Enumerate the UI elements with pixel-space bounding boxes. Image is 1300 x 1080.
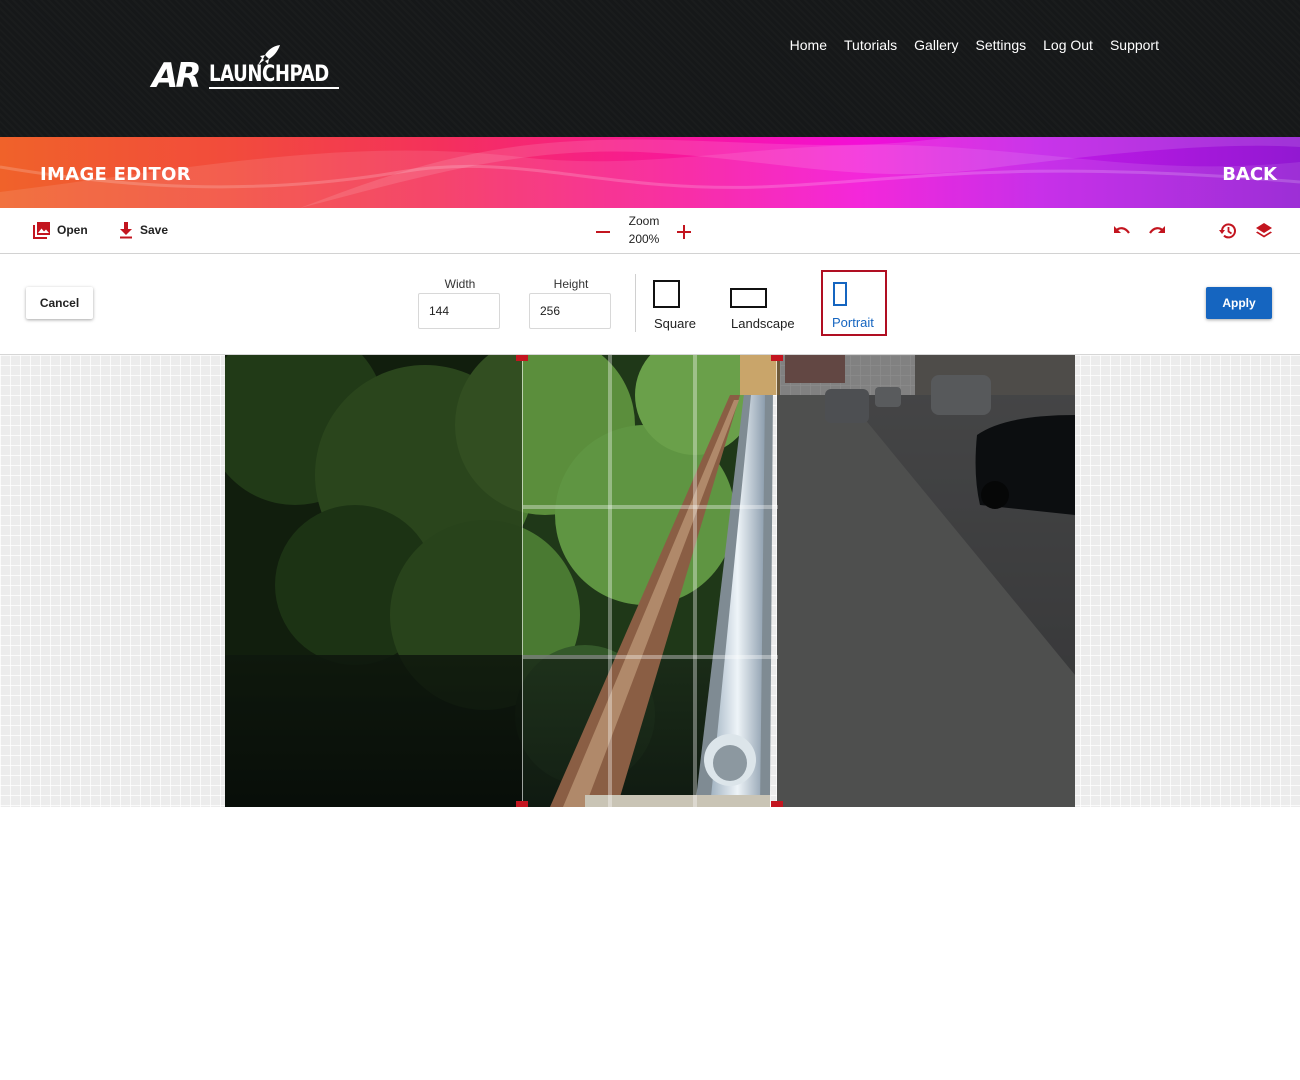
layers-icon[interactable]	[1254, 222, 1274, 240]
zoom-label: Zoom	[628, 214, 660, 228]
history-icon[interactable]	[1218, 222, 1238, 240]
editor-toolbar: Open Save Zoom 200%	[0, 208, 1300, 254]
banner-wave-decoration	[0, 137, 1300, 208]
apply-button[interactable]: Apply	[1206, 287, 1272, 319]
undo-icon[interactable]	[1112, 222, 1132, 240]
crop-selection-frame[interactable]	[522, 355, 778, 807]
save-button[interactable]: Save	[118, 221, 168, 239]
nav-settings[interactable]: Settings	[976, 36, 1027, 54]
main-nav: Home Tutorials Gallery Settings Log Out …	[790, 36, 1159, 54]
landscape-label: Landscape	[731, 316, 795, 331]
nav-log-out[interactable]: Log Out	[1043, 36, 1093, 54]
open-label: Open	[57, 223, 88, 237]
crop-grid-line	[693, 355, 697, 807]
download-icon	[120, 222, 132, 239]
redo-icon[interactable]	[1147, 222, 1167, 240]
nav-gallery[interactable]: Gallery	[914, 36, 958, 54]
crop-grid-line	[523, 505, 778, 509]
image-icon	[33, 222, 50, 239]
logo-wordmark: LAUNCHPAD	[209, 62, 329, 87]
landscape-option[interactable]: Landscape	[726, 280, 806, 336]
crop-overlay-right	[777, 355, 1075, 807]
site-header: AR LAUNCHPAD Home Tutorials Gallery Sett…	[0, 0, 1300, 137]
minus-icon[interactable]	[595, 224, 611, 240]
square-label: Square	[654, 316, 696, 331]
nav-tutorials[interactable]: Tutorials	[844, 36, 897, 54]
logo-underline	[209, 87, 339, 89]
nav-home[interactable]: Home	[790, 36, 827, 54]
width-input[interactable]	[418, 293, 500, 329]
portrait-option-selected[interactable]: Portrait	[821, 270, 887, 336]
crop-handle-top-left[interactable]	[516, 355, 528, 361]
crop-handle-bottom-right[interactable]	[771, 801, 783, 807]
crop-handle-bottom-left[interactable]	[516, 801, 528, 807]
cancel-button[interactable]: Cancel	[26, 287, 93, 319]
zoom-control: Zoom 200%	[590, 214, 700, 248]
ar-launchpad-logo[interactable]: AR LAUNCHPAD	[152, 44, 342, 96]
height-label: Height	[553, 277, 589, 291]
page-banner: IMAGE EDITOR BACK	[0, 137, 1300, 208]
save-label: Save	[140, 223, 169, 237]
landscape-shape-icon	[730, 288, 767, 308]
zoom-value: 200%	[628, 232, 660, 246]
open-button[interactable]: Open	[33, 221, 88, 239]
crop-handle-top-right[interactable]	[771, 355, 783, 361]
page-title: IMAGE EDITOR	[40, 164, 191, 185]
nav-support[interactable]: Support	[1110, 36, 1159, 54]
square-option[interactable]: Square	[645, 280, 705, 336]
plus-icon[interactable]	[676, 224, 692, 240]
width-label: Width	[444, 277, 476, 291]
crop-grid-line	[523, 655, 778, 659]
portrait-label: Portrait	[832, 315, 874, 330]
back-button[interactable]: BACK	[1222, 164, 1277, 185]
image-canvas[interactable]	[0, 355, 1300, 807]
height-input[interactable]	[529, 293, 611, 329]
options-divider	[635, 274, 636, 332]
crop-options-bar: Cancel Width Height Square Landscape Por…	[0, 254, 1300, 355]
logo-ar-mark: AR	[152, 56, 201, 96]
square-shape-icon	[653, 280, 680, 308]
crop-overlay-left	[225, 355, 522, 807]
portrait-shape-icon	[833, 282, 847, 306]
crop-grid-line	[608, 355, 612, 807]
